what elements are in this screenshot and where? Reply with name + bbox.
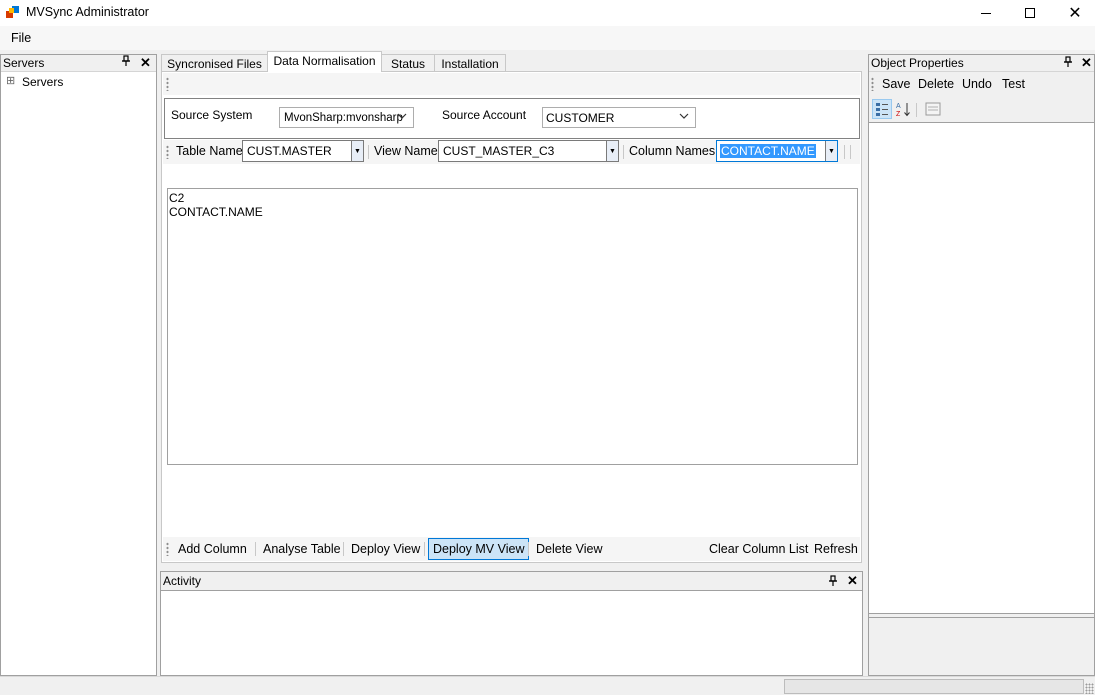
source-account-select[interactable]: CUSTOMER xyxy=(542,107,696,128)
servers-panel-title: Servers xyxy=(3,56,45,70)
window-title: MVSync Administrator xyxy=(26,5,149,19)
servers-tree: ⊞ Servers xyxy=(1,72,156,92)
clear-column-list-button[interactable]: Clear Column List xyxy=(709,542,808,556)
tree-item-servers[interactable]: Servers xyxy=(22,75,63,89)
separator xyxy=(343,542,344,556)
column-names-value: CONTACT.NAME xyxy=(720,144,816,158)
servers-panel-close-icon[interactable]: ✕ xyxy=(140,55,151,71)
tab-status[interactable]: Status xyxy=(381,54,435,72)
tab-data-normalisation[interactable]: Data Normalisation xyxy=(267,51,382,72)
refresh-button[interactable]: Refresh xyxy=(814,542,858,556)
maximize-icon xyxy=(1025,8,1035,18)
sort-alphabetical-icon[interactable]: AZ xyxy=(895,100,913,118)
column-names-combo[interactable]: CONTACT.NAME ▼ xyxy=(716,140,838,162)
view-name-value: CUST_MASTER_C3 xyxy=(443,144,555,158)
tab-syncronised-files[interactable]: Syncronised Files xyxy=(161,54,268,72)
separator xyxy=(844,145,845,159)
activity-panel-close-icon[interactable]: ✕ xyxy=(847,572,858,590)
source-system-label: Source System xyxy=(171,108,253,122)
delete-view-button[interactable]: Delete View xyxy=(536,542,602,556)
chevron-down-icon xyxy=(397,111,407,123)
column-list-line: C2 xyxy=(169,191,185,205)
separator xyxy=(368,145,369,159)
tab-installation[interactable]: Installation xyxy=(434,54,506,72)
chevron-down-icon xyxy=(679,111,689,123)
close-window-button[interactable]: ✕ xyxy=(1052,0,1095,26)
source-system-value: MvonSharp:mvonsharp xyxy=(284,112,403,124)
object-properties-panel: Object Properties ✕ Save Delete Undo Tes… xyxy=(868,54,1095,676)
column-list-line: CONTACT.NAME xyxy=(169,205,263,219)
analyse-table-button[interactable]: Analyse Table xyxy=(263,542,341,556)
activity-panel-header: Activity ✕ xyxy=(161,572,862,591)
app-icon xyxy=(6,5,20,19)
object-properties-title: Object Properties xyxy=(871,56,964,70)
separator xyxy=(850,145,851,159)
pin-icon[interactable] xyxy=(121,55,131,73)
top-toolstrip xyxy=(163,73,860,95)
servers-panel-header: Servers ✕ xyxy=(1,55,156,72)
column-names-label: Column Names xyxy=(629,144,716,158)
dropdown-arrow-icon[interactable]: ▼ xyxy=(825,141,837,161)
property-grid-toolbar: AZ xyxy=(869,98,1094,122)
view-name-combo[interactable]: CUST_MASTER_C3 ▼ xyxy=(438,140,619,162)
table-name-combo[interactable]: CUST.MASTER ▼ xyxy=(242,140,364,162)
object-properties-toolstrip: Save Delete Undo Test xyxy=(869,72,1094,98)
source-account-value: CUSTOMER xyxy=(546,111,615,125)
undo-button[interactable]: Undo xyxy=(962,77,992,91)
source-account-label: Source Account xyxy=(442,108,527,122)
property-grid[interactable] xyxy=(869,122,1094,614)
test-button[interactable]: Test xyxy=(1002,77,1025,91)
svg-text:Z: Z xyxy=(896,111,901,118)
servers-panel: Servers ✕ ⊞ Servers xyxy=(0,54,157,676)
toolstrip-grip[interactable] xyxy=(166,542,169,556)
svg-text:A: A xyxy=(896,103,901,110)
categorized-icon[interactable] xyxy=(872,99,892,119)
progress-bar xyxy=(784,679,1084,694)
dropdown-arrow-icon[interactable]: ▼ xyxy=(351,141,363,161)
deploy-view-button[interactable]: Deploy View xyxy=(351,542,420,556)
object-properties-close-icon[interactable]: ✕ xyxy=(1081,55,1092,71)
object-properties-header: Object Properties ✕ xyxy=(869,55,1094,72)
dropdown-arrow-icon[interactable]: ▼ xyxy=(606,141,618,161)
tree-expander-icon[interactable]: ⊞ xyxy=(6,74,15,87)
resize-grip-icon[interactable] xyxy=(1085,683,1094,694)
deploy-mv-view-button[interactable]: Deploy MV View xyxy=(428,538,530,560)
property-description-pane xyxy=(869,617,1094,675)
add-column-button[interactable]: Add Column xyxy=(178,542,247,556)
separator xyxy=(424,542,425,556)
title-bar xyxy=(0,0,1095,26)
separator xyxy=(916,103,917,117)
status-bar xyxy=(0,676,1095,695)
column-list-textarea[interactable]: C2 CONTACT.NAME xyxy=(167,188,858,465)
separator xyxy=(623,145,624,159)
property-pages-icon[interactable] xyxy=(924,100,942,118)
minimize-icon xyxy=(981,12,991,14)
toolstrip-grip[interactable] xyxy=(166,77,169,91)
view-name-label: View Name xyxy=(374,144,438,158)
minimize-button[interactable] xyxy=(963,0,1009,26)
separator xyxy=(255,542,256,556)
separator xyxy=(528,542,529,556)
table-name-value: CUST.MASTER xyxy=(247,144,332,158)
menu-file[interactable]: File xyxy=(11,31,31,45)
close-icon: ✕ xyxy=(1068,5,1082,22)
activity-panel-title: Activity xyxy=(163,574,202,588)
activity-panel: Activity ✕ xyxy=(160,571,863,676)
delete-button[interactable]: Delete xyxy=(918,77,954,91)
menu-bar xyxy=(0,26,1095,50)
toolstrip-grip[interactable] xyxy=(166,145,169,159)
toolstrip-grip[interactable] xyxy=(871,77,874,91)
maximize-button[interactable] xyxy=(1007,0,1053,26)
pin-icon[interactable] xyxy=(828,574,838,592)
save-button[interactable]: Save xyxy=(882,77,911,91)
table-name-label: Table Name xyxy=(176,144,243,158)
source-system-select[interactable]: MvonSharp:mvonsharp xyxy=(279,107,414,128)
pin-icon[interactable] xyxy=(1063,56,1073,72)
